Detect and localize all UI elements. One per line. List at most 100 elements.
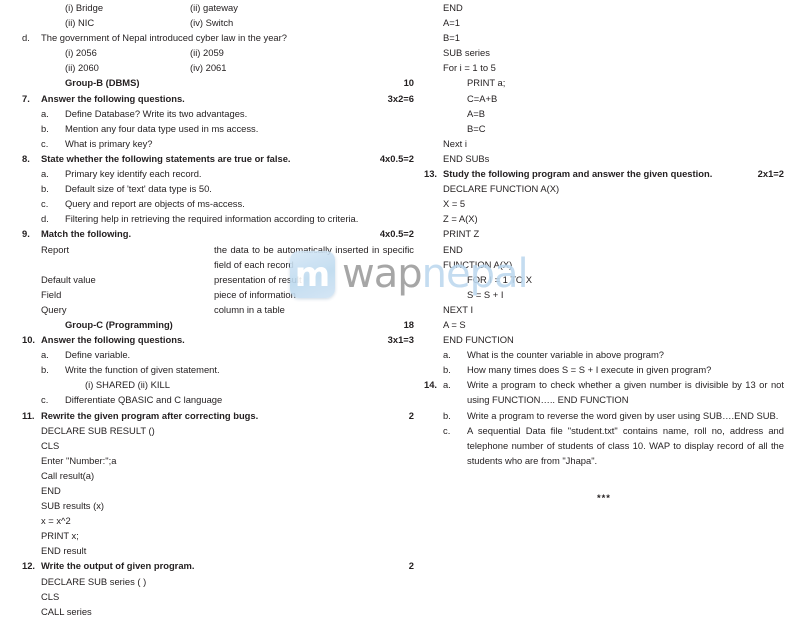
- group-c-marks: 18: [403, 318, 414, 330]
- question-item: c. What is primary key?: [41, 136, 414, 151]
- code-line: X = 5: [443, 198, 466, 210]
- code-line: FOR I = 1 TO X: [467, 273, 533, 285]
- item-text: Define Database? Write its two advantage…: [65, 107, 248, 119]
- question-item: a. Primary key identify each record.: [41, 166, 414, 181]
- item-letter: a.: [41, 168, 49, 180]
- item-letter: b.: [41, 183, 49, 195]
- item-letter: a.: [443, 379, 451, 391]
- code-line: PRINT a;: [467, 77, 506, 89]
- question-title: Write the output of given program.: [41, 560, 195, 572]
- option-label: (ii) 2060: [65, 62, 99, 74]
- option-pair-row: (i) Bridge (ii) gateway: [65, 0, 414, 15]
- left-column: (i) Bridge (ii) gateway (ii) NIC (iv) Sw…: [22, 0, 414, 619]
- code-line: END: [443, 243, 463, 255]
- match-row: Report the data to be automatically inse…: [22, 242, 414, 272]
- question-title: Study the following program and answer t…: [443, 168, 713, 180]
- match-left-term: Query: [41, 303, 67, 315]
- group-b-label: Group-B (DBMS): [65, 77, 140, 89]
- item-letter: a.: [443, 349, 451, 361]
- question-number: 12.: [22, 560, 36, 572]
- option-label: (ii) NIC: [65, 17, 95, 29]
- question-item: d. Filtering help in retrieving the requ…: [41, 211, 414, 226]
- code-line: FUNCTION A(X): [443, 258, 513, 270]
- option-label: (iv) Switch: [190, 17, 234, 29]
- code-line: DECLARE SUB series ( ): [41, 575, 147, 587]
- item-text: (i) SHARED (ii) KILL: [85, 379, 170, 391]
- group-b-heading: Group-B (DBMS) 10: [22, 75, 414, 90]
- code-line: C=A+B: [467, 92, 498, 104]
- question-number: 10.: [22, 334, 36, 346]
- option-pair-row: (i) 2056 (ii) 2059: [65, 45, 414, 60]
- item-letter: a.: [41, 349, 49, 361]
- code-line: DECLARE SUB RESULT (): [41, 424, 155, 436]
- document-page: (i) Bridge (ii) gateway (ii) NIC (iv) Sw…: [0, 0, 793, 617]
- option-label: (i) 2056: [65, 47, 97, 59]
- code-line: END SUBs: [443, 152, 490, 164]
- question-9-heading: 9. Match the following. 4x0.5=2: [22, 226, 414, 241]
- question-marks: 2x1=2: [757, 168, 784, 180]
- question-13-heading: 13. Study the following program and answ…: [424, 166, 784, 181]
- option-pair-row: (ii) 2060 (iv) 2061: [65, 60, 414, 75]
- question-marks: 2: [408, 409, 414, 421]
- item-text: Filtering help in retrieving the require…: [65, 213, 359, 225]
- item-text: A sequential Data file "student.txt" con…: [467, 424, 784, 466]
- item-text: Differentiate QBASIC and C language: [65, 394, 223, 406]
- code-line: END: [443, 2, 463, 13]
- item-text: How many times does S = S + I execute in…: [467, 364, 712, 376]
- question-item: b. Write the function of given statement…: [41, 362, 414, 377]
- code-line: A = S: [443, 318, 466, 330]
- code-line: DECLARE FUNCTION A(X): [443, 183, 560, 195]
- match-right-definition: piece of information: [214, 288, 296, 300]
- match-left-term: Report: [41, 243, 70, 255]
- question-marks: 4x0.5=2: [379, 152, 414, 164]
- code-line: x = x^2: [41, 515, 71, 527]
- question-number: 11.: [22, 409, 35, 421]
- match-left-term: Field: [41, 288, 62, 300]
- item-letter: c.: [41, 394, 49, 406]
- question-item: b. Mention any four data type used in ms…: [41, 121, 414, 136]
- item-letter: b.: [41, 364, 49, 376]
- question-marks: 4x0.5=2: [379, 228, 414, 240]
- question-item: b. Write a program to reverse the word g…: [443, 408, 784, 423]
- item-text: Write a program to check whether a given…: [467, 379, 784, 406]
- item-text: Query and report are objects of ms-acces…: [65, 198, 245, 210]
- option-label: (ii) gateway: [190, 2, 238, 13]
- item-text: What is the counter variable in above pr…: [467, 349, 664, 361]
- match-left-term: Default value: [41, 273, 96, 285]
- code-line: PRINT x;: [41, 530, 79, 542]
- code-line: Z = A(X): [443, 213, 478, 225]
- question-letter: d.: [22, 32, 30, 44]
- question-11-heading: 11. Rewrite the given program after corr…: [22, 408, 414, 423]
- item-text: What is primary key?: [65, 137, 153, 149]
- question-marks: 3x2=6: [387, 92, 414, 104]
- code-line: PRINT Z: [443, 228, 480, 240]
- item-letter: c.: [41, 137, 49, 149]
- match-row: Field piece of information: [22, 287, 414, 302]
- option-label: (iv) 2061: [190, 62, 227, 74]
- question-marks: 3x1=3: [387, 334, 414, 346]
- option-label: (i) Bridge: [65, 2, 104, 13]
- code-line: END result: [41, 545, 87, 557]
- question-8-heading: 8. State whether the following statement…: [22, 151, 414, 166]
- item-letter: b.: [443, 409, 451, 421]
- question-item: b. Default size of 'text' data type is 5…: [41, 181, 414, 196]
- question-item: c. A sequential Data file "student.txt" …: [443, 423, 784, 468]
- question-12-heading: 12. Write the output of given program. 2: [22, 558, 414, 573]
- match-right-definition: column in a table: [214, 303, 285, 315]
- item-letter: b.: [41, 122, 49, 134]
- group-c-heading: Group-C (Programming) 18: [22, 317, 414, 332]
- code-line: SUB results (x): [41, 500, 105, 512]
- code-line: NEXT I: [443, 303, 474, 315]
- question-14-heading: 14. a. Write a program to check whether …: [424, 377, 784, 407]
- question-item: b. How many times does S = S + I execute…: [443, 362, 784, 377]
- question-subitem: (i) SHARED (ii) KILL: [41, 377, 414, 392]
- question-title: State whether the following statements a…: [41, 152, 291, 164]
- question-marks: 2: [408, 560, 414, 572]
- code-line: CLS: [41, 439, 60, 451]
- item-text: Write a program to reverse the word give…: [467, 409, 779, 421]
- question-10-heading: 10. Answer the following questions. 3x1=…: [22, 332, 414, 347]
- question-number: 8.: [22, 152, 30, 164]
- option-label: (ii) 2059: [190, 47, 224, 59]
- question-title: Rewrite the given program after correcti…: [41, 409, 259, 421]
- code-line: A=B: [467, 107, 485, 119]
